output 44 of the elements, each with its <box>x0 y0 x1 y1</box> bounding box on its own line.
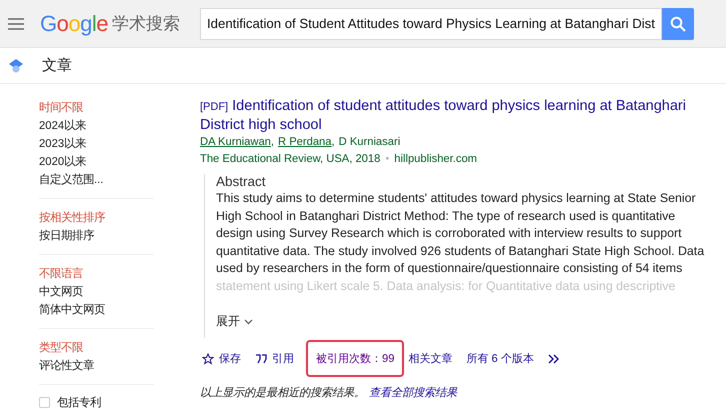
result-action-link[interactable]: 相关文章 <box>406 340 454 377</box>
search-field[interactable]: Identification of Student Attitudes toward Physics Learning at Batanghari Dist <box>200 8 662 40</box>
bullet-separator: • <box>385 153 390 165</box>
filter-link[interactable]: 简体中文网页 <box>39 301 154 319</box>
filter-link[interactable]: 2023以来 <box>39 135 154 153</box>
all-results-link[interactable]: 查看全部搜索结果 <box>369 387 457 399</box>
filter-link[interactable]: 类型不限 <box>39 339 154 357</box>
filter-link[interactable]: 2020以来 <box>39 153 154 171</box>
scholar-cap-icon <box>8 58 24 74</box>
filter-link[interactable]: 中文网页 <box>39 283 154 301</box>
quote-icon <box>255 354 267 364</box>
filter-link[interactable]: 2024以来 <box>39 117 154 135</box>
checkbox[interactable] <box>39 397 50 408</box>
filter-link[interactable]: 按相关性排序 <box>39 209 154 227</box>
result-action-link[interactable]: 所有 6 个版本 <box>464 340 536 377</box>
result-title[interactable]: [PDF] Identification of student attitudes toward physics learning at Batanghari District high school <box>200 97 716 134</box>
filter-link[interactable]: 时间不限 <box>39 99 154 117</box>
footer-note: 以上显示的是最相近的搜索结果。 查看全部搜索结果 <box>200 386 458 400</box>
filter-link[interactable]: 不限语言 <box>39 265 154 283</box>
author-name: D Kurniasari <box>338 136 400 148</box>
search-icon <box>670 16 686 32</box>
author-separator: , <box>270 136 274 148</box>
abstract-heading: Abstract <box>216 174 267 190</box>
star-icon <box>202 352 214 364</box>
product-name: 学术搜索 <box>112 13 180 35</box>
more-icon[interactable] <box>548 354 561 364</box>
author-link[interactable]: DA Kurniawan <box>200 136 271 148</box>
checkbox-label: 包括专利 <box>57 396 101 410</box>
filter-link[interactable]: 按日期排序 <box>39 227 154 245</box>
author-link[interactable]: R Perdana <box>278 136 332 148</box>
result-action-link[interactable]: 引用 <box>253 340 296 377</box>
chevron-down-icon <box>244 318 253 324</box>
author-separator: , <box>332 136 335 148</box>
section-label: 文章 <box>42 56 72 75</box>
filter-link[interactable]: 评论性文章 <box>39 357 154 375</box>
search-button[interactable] <box>662 8 694 40</box>
expand-button[interactable]: 展开 <box>216 313 253 330</box>
result-action-link[interactable]: 被引用次数：99 <box>306 340 404 377</box>
source-text: The Educational Review, USA, 2018 <box>200 153 380 165</box>
menu-icon[interactable] <box>8 16 24 30</box>
abstract-text: This study aims to determine students' attitudes toward physics learning at State Senior High School in Batanghari District Method: The type of research used is quantitative design using Survey Research which is corroborated with interview results to support quantitative data. The study involved 926 students of Batanghari State High School. Data used by researchers in the form of questionnaire/questionnaire consisting of 54 items statement using Likert scale 5. Data analysis: for Quantitative data using descriptive <box>216 190 706 295</box>
result-action-link[interactable]: 保存 <box>200 340 243 377</box>
filter-link[interactable]: 自定义范围... <box>39 171 154 189</box>
domain-text: hillpublisher.com <box>394 153 477 165</box>
